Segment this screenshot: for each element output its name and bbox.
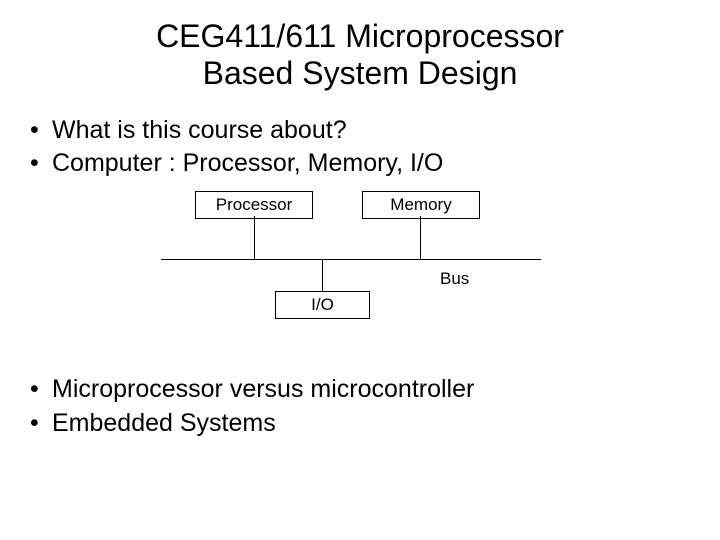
io-box: I/O [275,291,370,319]
bus-label: Bus [440,269,469,289]
title-line-2: Based System Design [203,55,518,91]
connector-line [420,216,421,259]
bullet-item: Embedded Systems [30,407,720,441]
title-line-1: CEG411/611 Microprocessor [156,18,564,54]
bus-diagram: Processor Memory Bus I/O [0,191,720,351]
bullet-item: What is this course about? [30,114,720,148]
bullet-item: Computer : Processor, Memory, I/O [30,147,720,181]
connector-line [254,216,255,259]
processor-box: Processor [195,191,313,219]
connector-line [322,259,323,291]
page-title: CEG411/611 Microprocessor Based System D… [0,0,720,92]
bullet-list-bottom: Microprocessor versus microcontroller Em… [0,373,720,441]
memory-box: Memory [362,191,480,219]
bus-line [161,259,541,260]
bullet-list-top: What is this course about? Computer : Pr… [0,114,720,182]
bullet-item: Microprocessor versus microcontroller [30,373,720,407]
